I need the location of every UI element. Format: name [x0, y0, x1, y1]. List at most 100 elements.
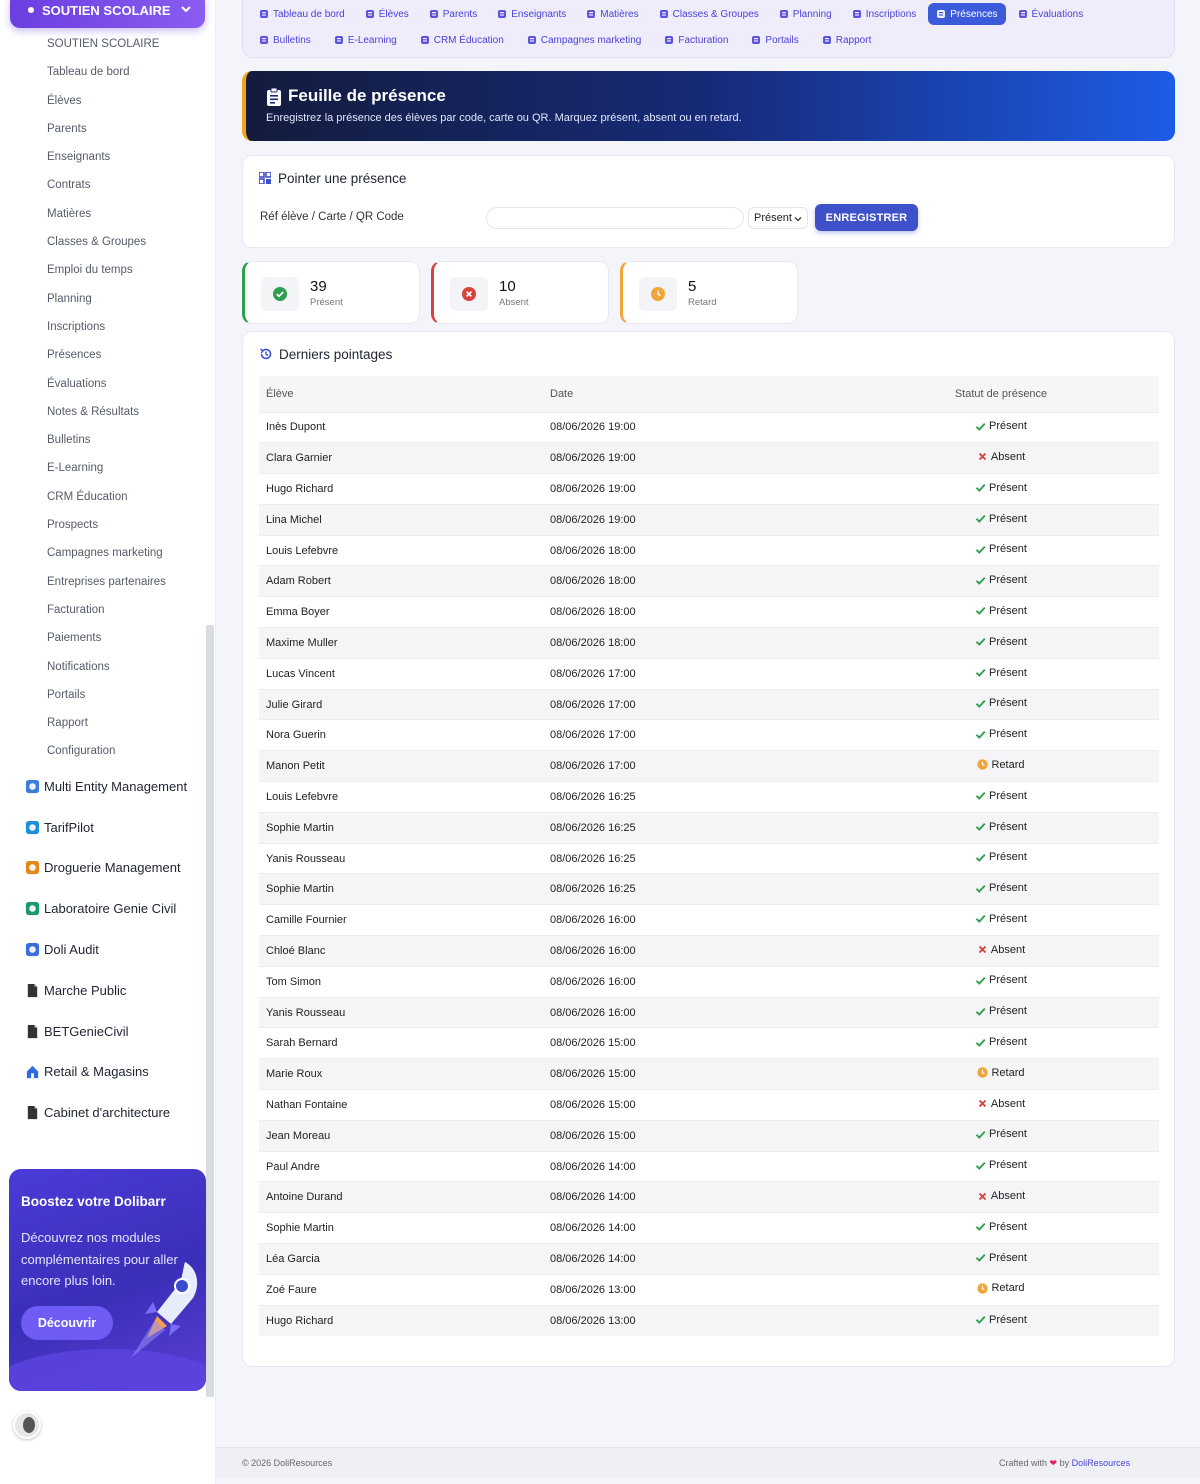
sidebar-subitem[interactable]: Contrats — [0, 171, 205, 199]
date-cell: 08/06/2026 19:00 — [543, 503, 843, 536]
date-cell: 08/06/2026 14:00 — [543, 1150, 843, 1182]
status-icon — [975, 883, 986, 894]
nav-tab[interactable]: Classes & Groupes — [651, 3, 767, 25]
nav-tab[interactable]: Facturation — [656, 29, 736, 51]
module-title: SOUTIEN SCOLAIRE — [42, 2, 171, 18]
status-cell: Présent — [843, 1243, 1159, 1275]
module-item[interactable]: Cabinet d'architecture — [0, 1092, 205, 1133]
module-item[interactable]: Multi Entity Management — [0, 766, 205, 807]
student-ref-input[interactable] — [486, 207, 744, 229]
nav-tab[interactable]: Inscriptions — [844, 3, 925, 25]
module-item[interactable]: BETGenieCivil — [0, 1011, 205, 1052]
status-cell: Présent — [843, 996, 1159, 1028]
nav-tab[interactable]: Bulletins — [251, 29, 319, 51]
sidebar-subitem[interactable]: SOUTIEN SCOLAIRE — [0, 30, 205, 58]
sidebar-subitem[interactable]: Rapport — [0, 709, 205, 737]
status-select-value: Présent — [754, 212, 792, 224]
column-header-date[interactable]: Date — [543, 376, 843, 412]
sidebar-subitem[interactable]: Planning — [0, 285, 205, 313]
sidebar-subitem[interactable]: Parents — [0, 115, 205, 143]
status-badge: Présent — [975, 1221, 1027, 1233]
nav-tab[interactable]: Portails — [743, 29, 806, 51]
module-item[interactable]: TarifPilot — [0, 807, 205, 848]
sidebar-subitem[interactable]: Tableau de bord — [0, 58, 205, 86]
discover-button[interactable]: Découvrir — [21, 1306, 113, 1340]
clipboard-icon — [267, 88, 281, 106]
nav-tab[interactable]: Présences — [928, 3, 1006, 25]
nav-tab[interactable]: Rapport — [814, 29, 880, 51]
nav-tab[interactable]: E-Learning — [326, 29, 405, 51]
sidebar-subitem[interactable]: Notifications — [0, 653, 205, 681]
sidebar-subitem[interactable]: Bulletins — [0, 426, 205, 454]
module-item[interactable]: Laboratoire Genie Civil — [0, 888, 205, 929]
nav-tab[interactable]: Évaluations — [1010, 3, 1092, 25]
sidebar-subitem[interactable]: Inscriptions — [0, 313, 205, 341]
sidebar-subitem[interactable]: Évaluations — [0, 370, 205, 398]
status-badge: Présent — [975, 543, 1027, 555]
sidebar-subitem[interactable]: E-Learning — [0, 454, 205, 482]
column-header-status[interactable]: Statut de présence — [843, 376, 1159, 412]
module-item[interactable]: Doli Audit — [0, 929, 205, 970]
status-cell: Présent — [843, 596, 1159, 628]
module-item[interactable]: Marche Public — [0, 970, 205, 1011]
sidebar-subitem[interactable]: Élèves — [0, 87, 205, 115]
status-icon — [975, 1252, 986, 1263]
status-text: Présent — [989, 789, 1027, 802]
user-avatar[interactable] — [13, 1411, 41, 1439]
footer: © 2026 DoliResources Crafted with ❤ by D… — [216, 1447, 1200, 1477]
nav-tab[interactable]: Matières — [578, 3, 646, 25]
date-cell: 08/06/2026 18:00 — [543, 565, 843, 597]
status-cell: Présent — [843, 411, 1159, 443]
date-cell: 08/06/2026 19:00 — [543, 473, 843, 505]
nav-tab[interactable]: Planning — [771, 3, 840, 25]
footer-link[interactable]: DoliResources — [1072, 1458, 1131, 1468]
module-item[interactable]: Retail & Magasins — [0, 1052, 205, 1093]
status-icon — [977, 1191, 988, 1202]
status-badge: Présent — [975, 974, 1027, 986]
sidebar-subitem[interactable]: Configuration — [0, 737, 205, 765]
sidebar-subitem[interactable]: Classes & Groupes — [0, 228, 205, 256]
column-header-student[interactable]: Élève — [259, 376, 543, 412]
sidebar-subitem[interactable]: Matières — [0, 200, 205, 228]
status-badge: Présent — [975, 574, 1027, 586]
status-cell: Présent — [843, 1119, 1159, 1152]
module-item[interactable]: Droguerie Management — [0, 848, 205, 889]
sidebar-subitem[interactable]: Campagnes marketing — [0, 539, 205, 567]
status-select[interactable]: Présent — [748, 207, 808, 229]
nav-tab[interactable]: Enseignants — [489, 3, 574, 25]
sidebar-subitem[interactable]: Facturation — [0, 596, 205, 624]
attendance-entry-card: Pointer une présence Réf élève / Carte /… — [242, 155, 1175, 248]
nav-tab[interactable]: CRM Éducation — [412, 29, 512, 51]
sidebar-subitem[interactable]: Emploi du temps — [0, 256, 205, 284]
status-badge: Présent — [975, 851, 1027, 863]
save-button[interactable]: ENREGISTRER — [815, 204, 918, 231]
sidebar-subitem[interactable]: Prospects — [0, 511, 205, 539]
nav-tab-label: Campagnes marketing — [540, 34, 642, 46]
x-icon — [978, 1192, 987, 1200]
sidebar-subitem[interactable]: Enseignants — [0, 143, 205, 171]
status-text: Absent — [990, 450, 1026, 463]
module-selector[interactable]: SOUTIEN SCOLAIRE — [10, 0, 205, 28]
footer-credits: Crafted with ❤ by DoliResources — [999, 1458, 1130, 1469]
check-icon — [975, 668, 986, 677]
nav-tab[interactable]: Tableau de bord — [251, 3, 353, 25]
table-row: Lina Michel 08/06/2026 19:00 Présent — [259, 503, 1159, 536]
nav-tab-label: Enseignants — [511, 8, 567, 20]
sidebar-subitem[interactable]: Notes & Résultats — [0, 398, 205, 426]
sidebar-subitem[interactable]: Paiements — [0, 624, 205, 652]
nav-tab[interactable]: Élèves — [357, 3, 417, 25]
status-badge: Absent — [977, 1098, 1025, 1110]
nav-tab[interactable]: Parents — [421, 3, 485, 25]
sidebar: SOUTIEN SCOLAIRE SOUTIEN SCOLAIRE Tableau… — [0, 0, 216, 1484]
status-text: Absent — [990, 1190, 1026, 1203]
sidebar-subitem[interactable]: Présences — [0, 341, 205, 369]
status-text: Présent — [989, 666, 1027, 679]
nav-row-secondary: Bulletins E-Learning CRM Éducation Campagne… — [251, 29, 886, 51]
nav-tab[interactable]: Campagnes marketing — [519, 29, 650, 51]
sidebar-subitem[interactable]: Portails — [0, 681, 205, 709]
sidebar-subitem[interactable]: CRM Éducation — [0, 483, 205, 511]
sidebar-subitem[interactable]: Entreprises partenaires — [0, 568, 205, 596]
sidebar-scrollbar[interactable] — [206, 625, 214, 1397]
status-cell: Présent — [843, 781, 1159, 813]
clock-icon — [651, 287, 665, 301]
